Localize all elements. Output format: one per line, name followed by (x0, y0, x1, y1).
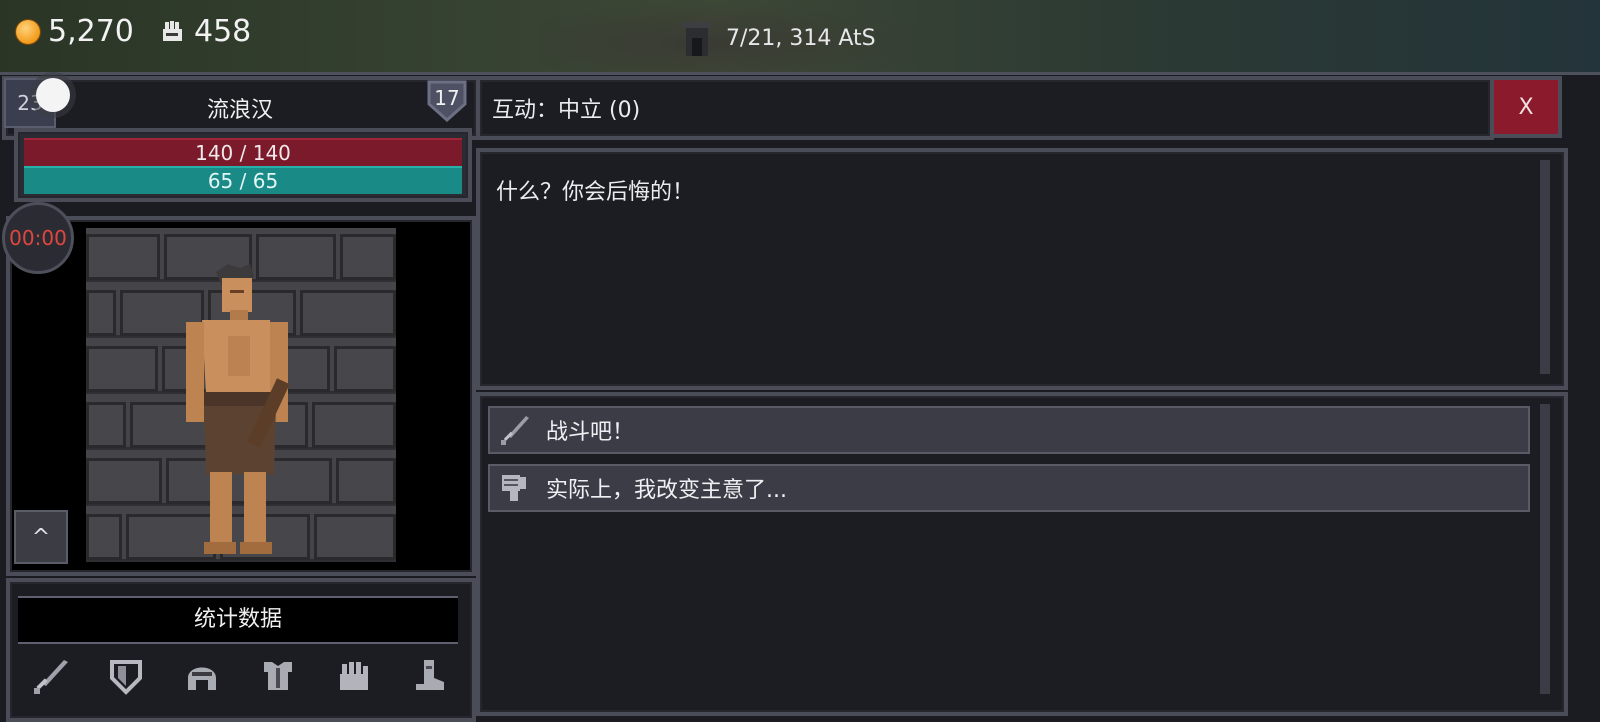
rank-badge: 17 (425, 78, 469, 124)
stats-header[interactable]: 统计数据 (18, 596, 458, 644)
gold-counter: 5,270 (16, 14, 134, 49)
vagrant-character-sprite (186, 264, 290, 554)
character-name: 流浪汉 (206, 98, 273, 123)
helmet-icon[interactable] (182, 656, 222, 696)
armor-icon[interactable] (258, 656, 298, 696)
gold-value: 5,270 (48, 14, 134, 49)
date-display: 7/21, 314 AtS (680, 18, 876, 58)
dialog-scrollbar[interactable] (1540, 160, 1550, 374)
mana-bar: 65 / 65 (24, 166, 462, 194)
rank-value: 17 (434, 86, 460, 110)
tower-icon (683, 22, 711, 56)
choice-fight-label: 战斗吧！ (546, 420, 635, 445)
choice-fight-button[interactable]: 战斗吧！ (488, 406, 1530, 454)
boot-icon[interactable] (410, 656, 450, 696)
sword-icon[interactable] (30, 656, 70, 696)
fist-icon (163, 20, 182, 41)
dialog-text: 什么？你会后悔的！ (496, 180, 695, 205)
date-text: 7/21, 314 AtS (726, 25, 876, 51)
choice-change-mind-button[interactable]: 实际上，我改变主意了... (488, 464, 1530, 512)
vitals-panel: 140 / 140 65 / 65 (14, 128, 472, 202)
choices-scrollbar[interactable] (1540, 404, 1550, 694)
thumbs-down-icon (502, 475, 526, 501)
sword-icon (501, 416, 529, 445)
fist-counter: 458 (160, 14, 251, 49)
stat-icon-row (30, 656, 450, 696)
timer-display[interactable]: 00:00 (2, 202, 74, 274)
health-bar: 140 / 140 (24, 138, 462, 166)
close-button[interactable]: X (1490, 76, 1562, 138)
interaction-title: 互动：中立 (0) (492, 98, 641, 123)
choice-change-mind-label: 实际上，我改变主意了... (546, 478, 787, 503)
shield-icon[interactable] (106, 656, 146, 696)
expand-up-button[interactable]: ^ (14, 510, 68, 564)
fist-value: 458 (194, 14, 252, 49)
gauntlet-icon[interactable] (334, 656, 374, 696)
coin-icon (16, 19, 40, 44)
